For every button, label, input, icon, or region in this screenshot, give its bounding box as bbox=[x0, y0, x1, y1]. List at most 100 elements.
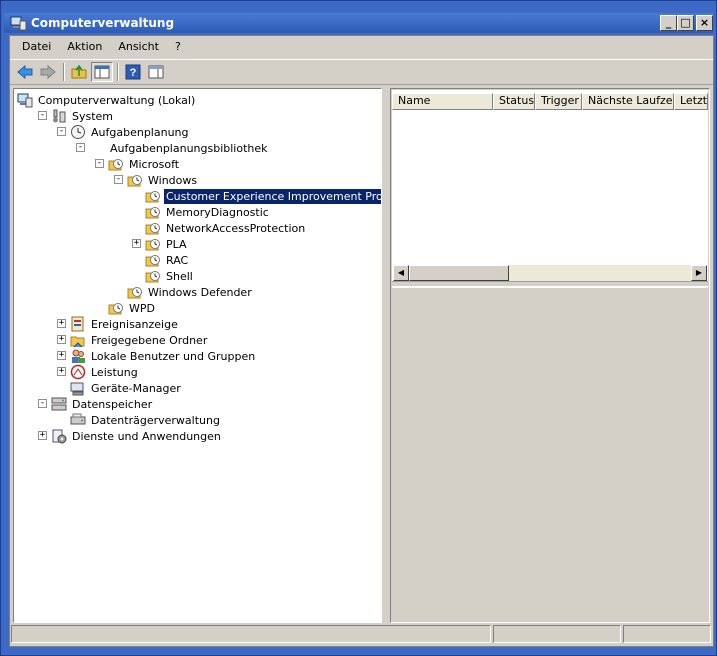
show-hide-console-tree-icon bbox=[94, 65, 110, 79]
tree-node[interactable]: + Freigegebene Ordner bbox=[57, 332, 209, 348]
tree-node-label: RAC bbox=[166, 253, 189, 267]
tree-node[interactable]: Shell bbox=[145, 268, 195, 284]
tree-node[interactable]: - System bbox=[38, 108, 115, 124]
column-header-name[interactable]: Name bbox=[392, 93, 493, 110]
tree-node[interactable]: WPD bbox=[108, 300, 157, 316]
collapse-icon[interactable]: - bbox=[38, 111, 47, 120]
title-bar[interactable]: Computerverwaltung _ □ × bbox=[4, 13, 713, 33]
tree-node[interactable]: - Aufgabenplanung bbox=[57, 124, 191, 140]
pane-splitter[interactable] bbox=[382, 88, 388, 623]
collapse-icon[interactable]: - bbox=[38, 399, 47, 408]
tree-node[interactable]: + Ereignisanzeige bbox=[57, 316, 180, 332]
column-header-last-run[interactable]: Letzte bbox=[674, 93, 708, 110]
task-folder-icon bbox=[145, 191, 160, 203]
window-title: Computerverwaltung bbox=[31, 16, 175, 30]
tree-node-label: Windows Defender bbox=[148, 285, 252, 299]
help-button[interactable]: ? bbox=[122, 62, 144, 82]
task-folder-icon bbox=[108, 303, 123, 315]
collapse-icon[interactable]: - bbox=[57, 127, 66, 136]
expand-icon[interactable]: + bbox=[57, 335, 66, 344]
menu-datei[interactable]: Datei bbox=[14, 37, 59, 57]
tree-node[interactable]: + Leistung bbox=[57, 364, 140, 380]
status-bar bbox=[10, 625, 713, 645]
tree-node[interactable]: MemoryDiagnostic bbox=[145, 204, 271, 220]
tree-node-label: PLA bbox=[166, 237, 187, 251]
tree-node-label: Datenträgerverwaltung bbox=[91, 413, 220, 427]
task-folder-icon bbox=[145, 255, 160, 267]
tree-node-label: Dienste und Anwendungen bbox=[72, 429, 221, 443]
console-tree[interactable]: Computerverwaltung (Lokal) - System - Aufgab… bbox=[13, 88, 382, 623]
tree-node[interactable]: - Datenspeicher bbox=[38, 396, 154, 412]
column-header-status[interactable]: Status bbox=[493, 93, 535, 110]
tree-node-label: Aufgabenplanungsbibliothek bbox=[110, 141, 268, 155]
tree-node[interactable]: RAC bbox=[145, 252, 190, 268]
expand-icon[interactable]: + bbox=[57, 367, 66, 376]
tree-node-label: Aufgabenplanung bbox=[91, 125, 189, 139]
menu-help[interactable]: ? bbox=[167, 37, 189, 57]
clock-icon bbox=[71, 125, 85, 139]
tree-node[interactable]: - Windows bbox=[114, 172, 199, 188]
maximize-button[interactable]: □ bbox=[677, 15, 694, 31]
tree-node-label: Ereignisanzeige bbox=[91, 317, 178, 331]
tree-node-label: NetworkAccessProtection bbox=[166, 221, 306, 235]
horizontal-scrollbar[interactable]: ◀ ▶ bbox=[393, 265, 707, 281]
expand-icon[interactable]: + bbox=[38, 431, 47, 440]
action-pane-icon bbox=[148, 65, 164, 79]
scroll-thumb[interactable] bbox=[409, 265, 509, 281]
close-button[interactable]: × bbox=[696, 15, 713, 31]
help-icon: ? bbox=[125, 64, 141, 80]
tree-node[interactable]: Customer Experience Improvement Program bbox=[145, 187, 381, 205]
toolbar-separator bbox=[117, 63, 119, 81]
details-pane: Name Status Trigger Nächste Laufzeit Let… bbox=[390, 88, 710, 623]
task-list-view[interactable]: Name Status Trigger Nächste Laufzeit Let… bbox=[392, 90, 708, 282]
collapse-icon[interactable]: - bbox=[114, 175, 123, 184]
show-hide-console-tree-button[interactable] bbox=[91, 62, 113, 82]
disk-management-icon bbox=[70, 413, 86, 425]
expand-icon[interactable]: + bbox=[57, 319, 66, 328]
folder-icon bbox=[89, 140, 105, 156]
task-folder-icon bbox=[127, 287, 142, 299]
tree-node[interactable]: + Dienste und Anwendungen bbox=[38, 428, 223, 444]
menu-ansicht[interactable]: Ansicht bbox=[110, 37, 167, 57]
minimize-button[interactable]: _ bbox=[660, 15, 677, 31]
scroll-right-button[interactable]: ▶ bbox=[691, 265, 707, 281]
tree-node-label: WPD bbox=[129, 301, 155, 315]
storage-icon bbox=[51, 397, 67, 411]
system-tools-icon bbox=[53, 109, 66, 123]
tree-node[interactable]: NetworkAccessProtection bbox=[145, 220, 307, 236]
up-one-level-button[interactable] bbox=[68, 62, 90, 82]
menu-aktion[interactable]: Aktion bbox=[59, 37, 110, 57]
back-button[interactable] bbox=[14, 62, 36, 82]
tree-node-label: Geräte-Manager bbox=[91, 381, 181, 395]
tree-node-label: MemoryDiagnostic bbox=[166, 205, 269, 219]
expand-icon[interactable]: + bbox=[57, 351, 66, 360]
event-viewer-icon bbox=[71, 316, 84, 332]
expand-icon[interactable]: + bbox=[132, 239, 141, 248]
computer-management-icon bbox=[17, 93, 33, 108]
tree-node[interactable]: + PLA bbox=[132, 236, 189, 252]
column-header-next-run[interactable]: Nächste Laufzeit bbox=[582, 93, 674, 110]
collapse-icon[interactable]: - bbox=[95, 159, 104, 168]
tree-node[interactable]: Windows Defender bbox=[127, 284, 254, 300]
column-header-trigger[interactable]: Trigger bbox=[535, 93, 582, 110]
status-panel-3 bbox=[623, 625, 711, 643]
shared-folders-icon bbox=[70, 336, 85, 348]
tree-node-label: Freigegebene Ordner bbox=[91, 333, 208, 347]
tree-node-label: Datenspeicher bbox=[72, 397, 153, 411]
forward-button[interactable] bbox=[37, 62, 59, 82]
tree-node[interactable]: + Lokale Benutzer und Gruppen bbox=[57, 348, 257, 364]
tree-node[interactable]: - Aufgabenplanungsbibliothek bbox=[76, 140, 270, 156]
status-panel-main bbox=[11, 625, 491, 643]
collapse-icon[interactable]: - bbox=[76, 143, 85, 152]
tree-node-label: Windows bbox=[148, 173, 198, 187]
tree-node[interactable]: Geräte-Manager bbox=[70, 380, 183, 396]
action-pane-button[interactable] bbox=[145, 62, 167, 82]
forward-arrow-icon bbox=[40, 64, 56, 80]
scroll-left-button[interactable]: ◀ bbox=[393, 265, 409, 281]
tree-node[interactable]: - Microsoft bbox=[95, 156, 181, 172]
tree-node[interactable]: Datenträgerverwaltung bbox=[70, 412, 222, 428]
tree-node-label: Microsoft bbox=[129, 157, 180, 171]
tree-node[interactable]: Computerverwaltung (Lokal) bbox=[17, 92, 197, 108]
up-folder-icon bbox=[71, 64, 87, 79]
task-folder-icon bbox=[145, 271, 160, 283]
